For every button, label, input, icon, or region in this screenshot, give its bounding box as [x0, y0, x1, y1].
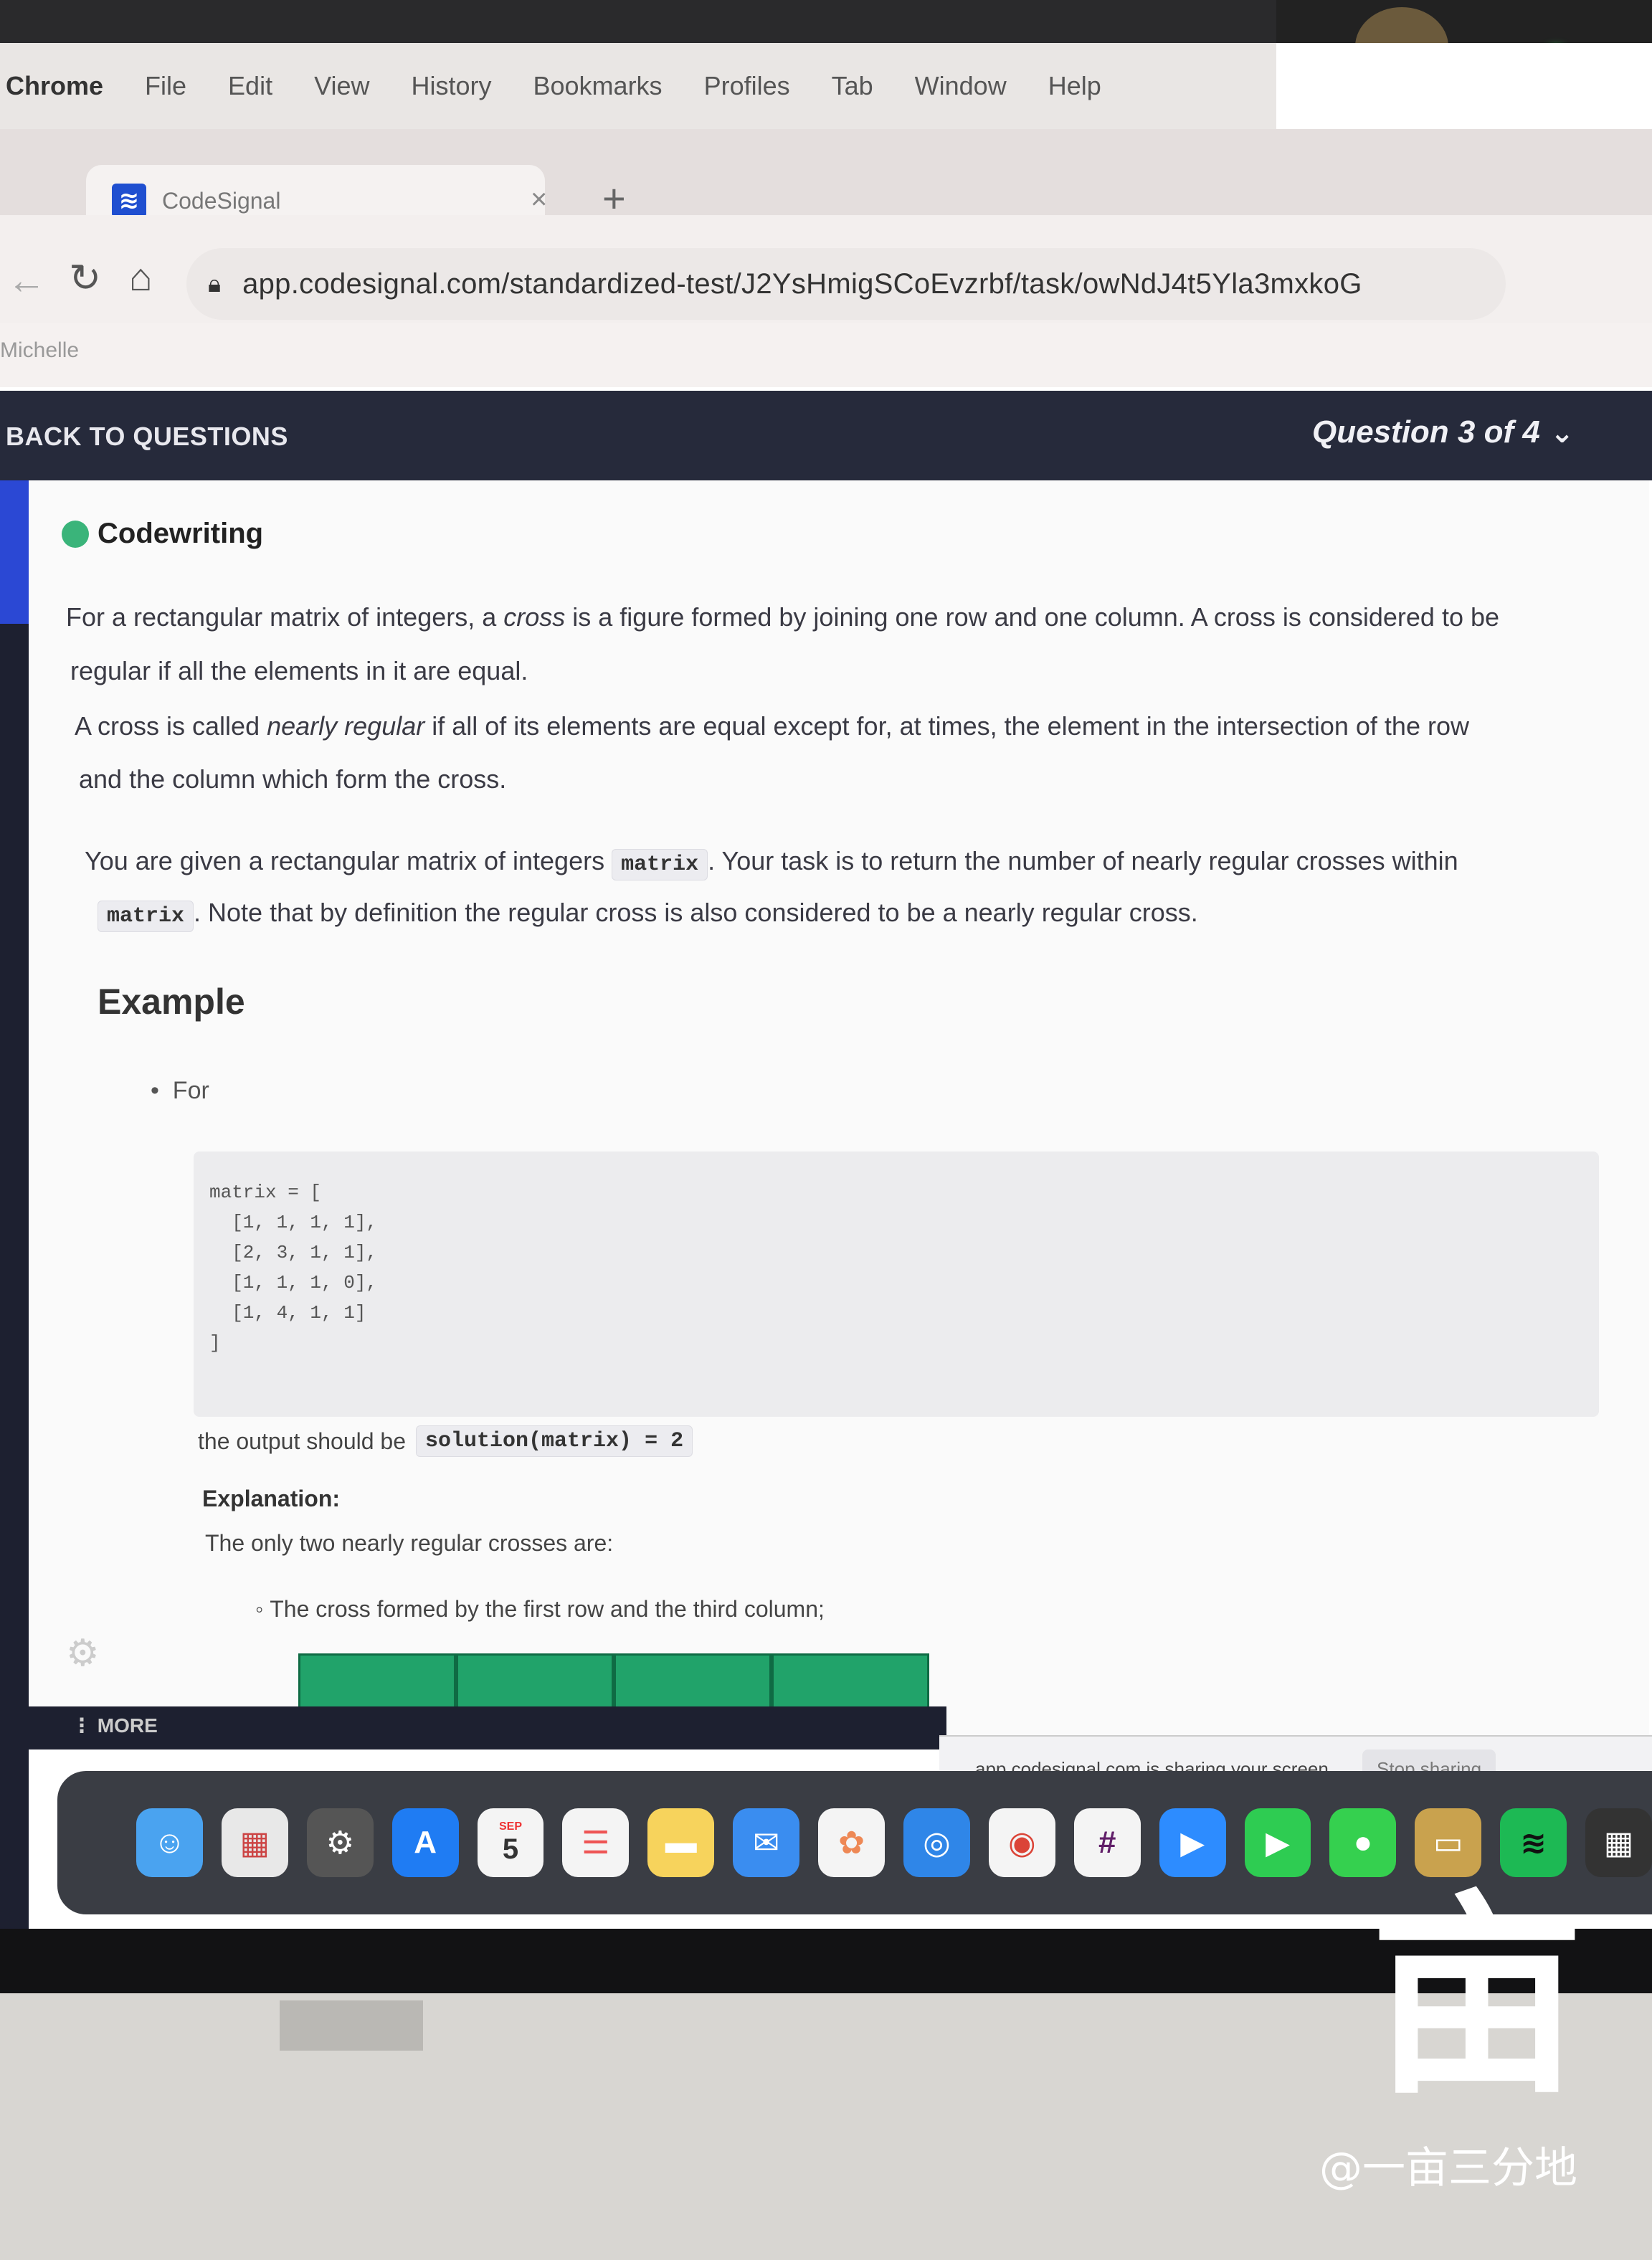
photos-icon[interactable]: ✿ [818, 1808, 886, 1877]
lock-icon: 🔒︎ [208, 270, 222, 298]
code-line: ] [209, 1332, 221, 1354]
menu-view[interactable]: View [314, 71, 369, 101]
tab-close-icon[interactable]: × [531, 184, 547, 216]
example-bullet: • For [151, 1077, 209, 1104]
bookmarks-bar [0, 323, 1652, 387]
chrome-icon[interactable]: ◉ [988, 1808, 1055, 1877]
laptop-stand [280, 2000, 423, 2051]
url-text: app.codesignal.com/standardized-test/J2Y… [242, 267, 1362, 300]
explanation-sub-bullet: ◦ The cross formed by the first row and … [255, 1596, 825, 1622]
menu-tab[interactable]: Tab [832, 71, 873, 101]
codewriting-icon [62, 520, 89, 548]
code-line: [1, 1, 1, 1], [209, 1212, 378, 1233]
calendar-month: SEP [499, 1820, 523, 1833]
task-type-label: Codewriting [98, 518, 264, 549]
inline-code-matrix: matrix [612, 849, 708, 880]
facetime-icon[interactable]: ▶ [1244, 1808, 1311, 1877]
menu-app-name[interactable]: Chrome [6, 71, 103, 101]
back-to-questions-link[interactable]: BACK TO QUESTIONS [6, 422, 288, 452]
task-type-badge: Codewriting [62, 518, 263, 550]
menu-history[interactable]: History [411, 71, 491, 101]
chevron-down-icon: ⌄ [1549, 417, 1575, 449]
profile-label: Michelle [0, 338, 80, 362]
notes-icon[interactable]: ▬ [647, 1808, 715, 1877]
menu-edit[interactable]: Edit [228, 71, 272, 101]
spotify-icon[interactable]: ≋ [1500, 1808, 1567, 1877]
messages-icon[interactable]: ● [1329, 1808, 1397, 1877]
menu-file[interactable]: File [145, 71, 186, 101]
finder-icon[interactable]: ☺ [136, 1808, 203, 1877]
slack-icon[interactable]: # [1073, 1808, 1141, 1877]
calculator-icon[interactable]: ▦ [1585, 1808, 1652, 1877]
more-button[interactable]: ⋮ MORE [72, 1714, 158, 1737]
folder-icon[interactable]: ▭ [1415, 1808, 1482, 1877]
back-arrow-icon[interactable]: ← [7, 258, 46, 303]
task-paragraph-3-cont: matrix. Note that by definition the regu… [98, 898, 1198, 932]
expected-output: the output should be solution(matrix) = … [198, 1425, 693, 1457]
codesignal-icon: ≋ [112, 184, 146, 218]
code-line: matrix = [ [209, 1182, 322, 1203]
task-paragraph-2: A cross is called nearly regular if all … [75, 711, 1469, 741]
task-paragraph-3: You are given a rectangular matrix of in… [85, 846, 1458, 880]
gear-icon[interactable]: ⚙ [66, 1632, 100, 1675]
watermark-logo: 亩 [1369, 1870, 1585, 2123]
mail-icon[interactable]: ✉ [733, 1808, 800, 1877]
calendar-day: 5 [502, 1833, 519, 1865]
menu-window[interactable]: Window [915, 71, 1007, 101]
reload-icon[interactable]: ↻ [69, 255, 101, 300]
watermark-text: @一亩三分地 [1319, 2143, 1577, 2193]
macos-menubar: Chrome File Edit View History Bookmarks … [0, 43, 1276, 129]
system-preferences-icon[interactable]: ⚙ [306, 1808, 374, 1877]
code-line: [1, 1, 1, 0], [209, 1272, 378, 1293]
calendar-icon[interactable]: SEP 5 [477, 1808, 544, 1877]
app-store-icon[interactable]: A [391, 1808, 459, 1877]
output-code: solution(matrix) = 2 [416, 1425, 693, 1457]
launchpad-icon[interactable]: ▦ [221, 1808, 288, 1877]
task-paragraph-1: For a rectangular matrix of integers, a … [66, 602, 1500, 632]
rail-active-indicator [0, 480, 29, 624]
explanation-heading: Explanation: [202, 1486, 341, 1511]
tab-title: CodeSignal [162, 187, 281, 214]
task-paragraph-1-cont: regular if all the elements in it are eq… [70, 656, 528, 685]
code-line: [2, 3, 1, 1], [209, 1242, 378, 1263]
explanation-text: The only two nearly regular crosses are: [205, 1530, 614, 1556]
safari-icon[interactable]: ◎ [903, 1808, 970, 1877]
address-bar[interactable]: 🔒︎ app.codesignal.com/standardized-test/… [186, 248, 1506, 320]
menu-help[interactable]: Help [1048, 71, 1101, 101]
home-icon[interactable]: ⌂ [129, 255, 153, 300]
question-counter: Question 3 of 4 [1312, 414, 1540, 450]
example-heading: Example [98, 982, 245, 1022]
task-paragraph-2-cont: and the column which form the cross. [79, 764, 507, 794]
inline-code-matrix-2: matrix [98, 901, 194, 932]
code-line: [1, 4, 1, 1] [209, 1302, 366, 1324]
example-code-block: matrix = [ [1, 1, 1, 1], [2, 3, 1, 1], [… [194, 1152, 1599, 1417]
menu-bookmarks[interactable]: Bookmarks [533, 71, 663, 101]
menu-profiles[interactable]: Profiles [704, 71, 790, 101]
reminders-icon[interactable]: ☰ [562, 1808, 630, 1877]
question-selector[interactable]: Question 3 of 4 ⌄ [1312, 414, 1574, 450]
zoom-icon[interactable]: ▶ [1159, 1808, 1226, 1877]
output-prefix: the output should be [198, 1428, 407, 1454]
